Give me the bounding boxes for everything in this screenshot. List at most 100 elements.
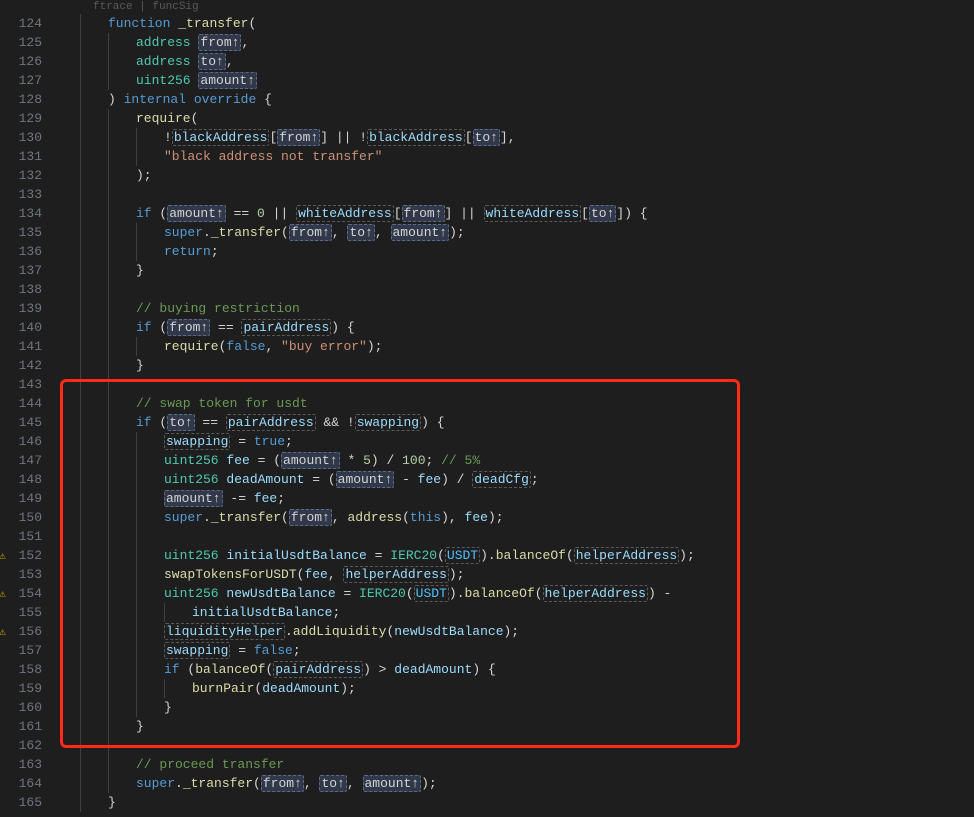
code-line[interactable]: "black address not transfer" <box>80 147 974 166</box>
code-line[interactable] <box>80 527 974 546</box>
code-line[interactable]: uint256 amount↑ <box>80 71 974 90</box>
code-line[interactable]: swapping = false; <box>80 641 974 660</box>
code-line[interactable]: uint256 fee = (amount↑ * 5) / 100; // 5% <box>80 451 974 470</box>
code-line[interactable]: liquidityHelper.addLiquidity(newUsdtBala… <box>80 622 974 641</box>
codelens-hint[interactable]: ftrace | funcSig <box>93 0 974 14</box>
token-fn: address <box>347 510 402 525</box>
token-pun: ] || ! <box>320 130 367 145</box>
token-pun: ); <box>449 225 465 240</box>
token-var: swapping <box>164 642 230 659</box>
code-line[interactable]: super._transfer(from↑, to↑, amount↑); <box>80 223 974 242</box>
token-pun: } <box>136 358 144 373</box>
indent-guide <box>108 185 109 204</box>
token-op: == <box>210 320 241 335</box>
token-ty: uint256 <box>164 472 219 487</box>
token-var: whiteAddress <box>484 205 582 222</box>
code-line[interactable]: ) internal override { <box>80 90 974 109</box>
token-op: = ( <box>250 453 281 468</box>
token-hl-param: amount↑ <box>198 72 257 89</box>
code-line[interactable]: address to↑, <box>80 52 974 71</box>
code-line[interactable] <box>80 280 974 299</box>
code-line[interactable]: uint256 deadAmount = (amount↑ - fee) / d… <box>80 470 974 489</box>
token-pun: ; <box>293 643 301 658</box>
token-pun: ); <box>367 339 383 354</box>
token-hl-param: amount↑ <box>391 224 450 241</box>
indent-guide <box>108 527 109 546</box>
token-fn: _transfer <box>211 225 281 240</box>
line-number: 127 <box>0 71 42 90</box>
token-var: newUsdtBalance <box>394 624 503 639</box>
token-pun: ], <box>500 130 516 145</box>
code-line[interactable]: address from↑, <box>80 33 974 52</box>
code-line[interactable]: uint256 newUsdtBalance = IERC20(USDT).ba… <box>80 584 974 603</box>
line-number: 135 <box>0 223 42 242</box>
code-line[interactable]: } <box>80 793 974 812</box>
code-line[interactable]: initialUsdtBalance; <box>80 603 974 622</box>
token-fn: balanceOf <box>465 586 535 601</box>
line-number: 147 <box>0 451 42 470</box>
line-number: 154⚠ <box>0 584 42 603</box>
code-line[interactable]: require( <box>80 109 974 128</box>
code-line[interactable]: super._transfer(from↑, to↑, amount↑); <box>80 774 974 793</box>
code-line[interactable]: require(false, "buy error"); <box>80 337 974 356</box>
token-ty: address <box>136 54 191 69</box>
token-kw: override <box>194 92 256 107</box>
code-line[interactable]: if (amount↑ == 0 || whiteAddress[from↑] … <box>80 204 974 223</box>
token-var: helperAddress <box>543 585 648 602</box>
token-hl-param: to↑ <box>319 775 346 792</box>
token-hl-param: amount↑ <box>164 490 223 507</box>
code-line[interactable]: ); <box>80 166 974 185</box>
code-area[interactable]: ftrace | funcSig function _transfer(addr… <box>60 0 974 817</box>
code-line[interactable]: if (from↑ == pairAddress) { <box>80 318 974 337</box>
token-num: 100 <box>402 453 425 468</box>
token-pun: ( <box>281 225 289 240</box>
code-line[interactable]: !blackAddress[from↑] || !blackAddress[to… <box>80 128 974 147</box>
code-line[interactable]: swapTokensForUSDT(fee, helperAddress); <box>80 565 974 584</box>
line-number: 156⚠ <box>0 622 42 641</box>
code-line[interactable]: swapping = true; <box>80 432 974 451</box>
code-line[interactable]: // buying restriction <box>80 299 974 318</box>
token-pun: , <box>332 510 348 525</box>
token-pun: ( <box>406 586 414 601</box>
token-var: deadCfg <box>472 471 531 488</box>
token-var: helperAddress <box>574 547 679 564</box>
token-pun: . <box>175 776 183 791</box>
code-line[interactable]: function _transfer( <box>80 14 974 33</box>
token-ty: IERC20 <box>359 586 406 601</box>
token-hl-param: from↑ <box>402 205 445 222</box>
code-line[interactable]: uint256 initialUsdtBalance = IERC20(USDT… <box>80 546 974 565</box>
token-pun: ); <box>340 681 356 696</box>
code-line[interactable]: amount↑ -= fee; <box>80 489 974 508</box>
code-line[interactable]: burnPair(deadAmount); <box>80 679 974 698</box>
token-pun: ; <box>211 244 219 259</box>
token-pun: ] || <box>445 206 484 221</box>
indent-guide <box>108 375 109 394</box>
code-line[interactable]: } <box>80 717 974 736</box>
token-pun: ]) { <box>616 206 647 221</box>
code-line[interactable]: } <box>80 261 974 280</box>
token-kw: true <box>254 434 285 449</box>
line-number: 133 <box>0 185 42 204</box>
code-line[interactable]: if (balanceOf(pairAddress) > deadAmount)… <box>80 660 974 679</box>
code-line[interactable] <box>80 185 974 204</box>
token-pun: [ <box>465 130 473 145</box>
token-fn: require <box>136 111 191 126</box>
line-number: 145 <box>0 413 42 432</box>
code-line[interactable]: } <box>80 698 974 717</box>
code-line[interactable]: if (to↑ == pairAddress && !swapping) { <box>80 413 974 432</box>
warning-icon: ⚠ <box>0 624 9 637</box>
code-editor[interactable]: 1241251261271281291301311321331341351361… <box>0 0 974 817</box>
token-const: USDT <box>445 547 480 564</box>
code-line[interactable]: } <box>80 356 974 375</box>
code-line[interactable]: return; <box>80 242 974 261</box>
code-line[interactable] <box>80 736 974 755</box>
code-line[interactable] <box>80 375 974 394</box>
code-line[interactable]: // swap token for usdt <box>80 394 974 413</box>
line-number: 130 <box>0 128 42 147</box>
token-op: && ! <box>316 415 355 430</box>
token-pun: ( <box>437 548 445 563</box>
line-number: 155 <box>0 603 42 622</box>
code-line[interactable]: // proceed transfer <box>80 755 974 774</box>
code-line[interactable]: super._transfer(from↑, address(this), fe… <box>80 508 974 527</box>
token-pun: ( <box>152 320 168 335</box>
